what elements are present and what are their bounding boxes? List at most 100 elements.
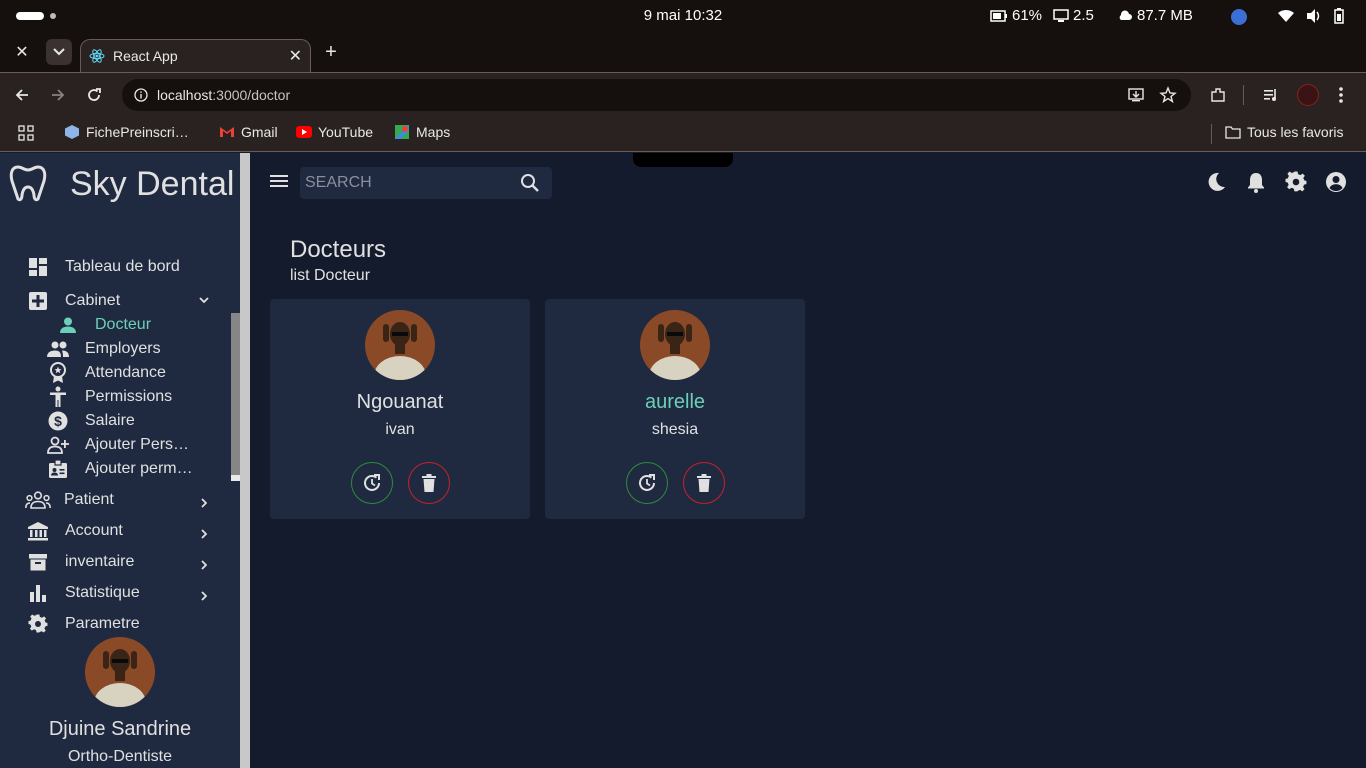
bookmark-gmail[interactable]: Gmail xyxy=(219,124,278,140)
back-icon[interactable] xyxy=(10,83,34,107)
volume-icon[interactable] xyxy=(1305,8,1323,24)
dollar-icon: $ xyxy=(47,410,69,432)
chevron-right-icon[interactable] xyxy=(201,498,207,508)
doctor-last-name[interactable]: aurelle xyxy=(545,391,805,414)
menu-patient[interactable]: Patient xyxy=(25,489,114,511)
submenu-label: Salaire xyxy=(85,412,135,429)
doctor-card: Ngouanat ivan xyxy=(270,299,530,519)
menu-account[interactable]: Account xyxy=(27,520,123,542)
delete-button[interactable] xyxy=(408,462,450,504)
folder-icon xyxy=(1225,126,1241,139)
submenu-attendance[interactable]: Attendance xyxy=(47,362,166,384)
sidebar: Sky Dental Tableau de bord Cabinet Docte… xyxy=(0,153,250,768)
profile-role: Ortho-Dentiste xyxy=(67,748,173,765)
update-button[interactable] xyxy=(626,462,668,504)
tab-close-icon[interactable]: ✕ xyxy=(289,46,302,66)
battery-small-icon[interactable] xyxy=(1334,8,1344,24)
bank-icon xyxy=(27,520,49,542)
bookmarks-bar: FichePreinscri… Gmail YouTube Maps Tous … xyxy=(0,116,1366,152)
submenu-permissions[interactable]: Permissions xyxy=(47,386,172,408)
trash-icon xyxy=(422,474,436,492)
submenu-label: Docteur xyxy=(95,316,152,333)
install-app-icon[interactable] xyxy=(1127,86,1145,104)
avatar xyxy=(365,310,435,380)
menu-parametre[interactable]: Parametre xyxy=(27,613,140,635)
account-circle-icon[interactable] xyxy=(1325,171,1349,195)
cloud-download-icon xyxy=(1119,9,1132,20)
camera-notch xyxy=(633,153,733,167)
bar-chart-icon xyxy=(27,582,49,604)
menu-inventaire[interactable]: inventaire xyxy=(27,551,134,573)
apps-grid-icon[interactable] xyxy=(18,125,34,141)
accessibility-icon xyxy=(47,386,69,408)
browser-menu-icon[interactable] xyxy=(1329,83,1353,107)
profile-avatar-icon[interactable] xyxy=(1297,84,1319,106)
url-host: localhost xyxy=(157,87,213,103)
media-controls-icon[interactable] xyxy=(1259,83,1283,107)
bookmark-label: Gmail xyxy=(241,124,278,140)
sidebar-scrollbar-thumb[interactable] xyxy=(231,313,240,481)
update-button[interactable] xyxy=(351,462,393,504)
badge-icon xyxy=(47,458,69,480)
youtube-icon xyxy=(296,126,312,138)
menu-cabinet[interactable]: Cabinet xyxy=(27,290,120,312)
settings-icon[interactable] xyxy=(1285,171,1309,195)
submenu-salaire[interactable]: $ Salaire xyxy=(47,410,135,432)
memory-status[interactable]: 87.7 MB xyxy=(1117,7,1193,24)
bookmark-maps[interactable]: Maps xyxy=(394,124,450,140)
app-indicator-icon[interactable] xyxy=(1231,9,1247,25)
submenu-docteur[interactable]: Docteur xyxy=(57,314,151,336)
dark-mode-icon[interactable] xyxy=(1205,171,1229,195)
notifications-icon[interactable] xyxy=(1245,171,1269,195)
menu-toggle-icon[interactable] xyxy=(269,173,289,189)
display-status[interactable]: 2.5 xyxy=(1053,7,1094,24)
reload-icon[interactable] xyxy=(82,83,106,107)
doctor-first-name: shesia xyxy=(651,421,699,438)
bookmark-star-icon[interactable] xyxy=(1159,86,1177,104)
address-bar[interactable]: localhost:3000/doctor xyxy=(122,79,1191,111)
menu-label: Account xyxy=(65,522,123,539)
chevron-right-icon[interactable] xyxy=(201,529,207,539)
submenu-label: Employers xyxy=(85,340,161,357)
browser-toolbar: localhost:3000/doctor xyxy=(0,72,1366,116)
search-input[interactable] xyxy=(305,173,505,193)
extensions-icon[interactable] xyxy=(1206,83,1230,107)
doctor-card: aurelle shesia xyxy=(545,299,805,519)
url-text: localhost:3000/doctor xyxy=(157,87,290,103)
close-window-icon[interactable]: ✕ xyxy=(9,39,35,65)
bookmark-youtube[interactable]: YouTube xyxy=(296,124,373,140)
menu-tableau-de-bord[interactable]: Tableau de bord xyxy=(27,256,180,278)
forward-icon[interactable] xyxy=(46,83,70,107)
submenu-ajouter-personnel[interactable]: Ajouter Pers… xyxy=(47,434,189,456)
chevron-down-icon[interactable] xyxy=(199,297,209,303)
new-tab-icon[interactable]: + xyxy=(318,39,344,65)
chevron-right-icon[interactable] xyxy=(201,560,207,570)
submenu-ajouter-permission[interactable]: Ajouter perm… xyxy=(47,458,193,480)
all-bookmarks-folder[interactable]: Tous les favoris xyxy=(1225,124,1343,140)
bookmark-label: YouTube xyxy=(318,124,374,140)
delete-button[interactable] xyxy=(683,462,725,504)
update-icon xyxy=(364,474,380,491)
sidebar-scrollbar[interactable] xyxy=(240,153,250,768)
bookmark-fichepreinscri[interactable]: FichePreinscri… xyxy=(64,124,189,140)
battery-icon xyxy=(990,9,1007,22)
menu-statistique[interactable]: Statistique xyxy=(27,582,140,604)
site-info-icon[interactable] xyxy=(134,88,148,102)
browser-tab[interactable]: React App ✕ xyxy=(80,39,311,73)
archive-icon xyxy=(27,551,49,573)
wifi-icon[interactable] xyxy=(1277,8,1295,24)
battery-status[interactable]: 61% xyxy=(990,7,1042,24)
award-icon xyxy=(47,362,69,384)
sidebar-scrollbar-edge xyxy=(231,475,240,481)
brand-title: Sky Dental xyxy=(70,165,235,203)
chevron-right-icon[interactable] xyxy=(201,591,207,601)
submenu-employers[interactable]: Employers xyxy=(47,338,161,360)
maps-icon xyxy=(395,125,409,139)
search-icon[interactable] xyxy=(520,173,540,193)
svg-text:$: $ xyxy=(54,413,62,429)
toolbar-divider xyxy=(1243,85,1244,105)
react-logo-icon xyxy=(89,48,105,64)
browser-tab-strip: ✕ React App ✕ + xyxy=(0,32,1366,73)
tab-search-icon[interactable] xyxy=(46,39,72,65)
bookmarks-divider xyxy=(1211,124,1212,144)
